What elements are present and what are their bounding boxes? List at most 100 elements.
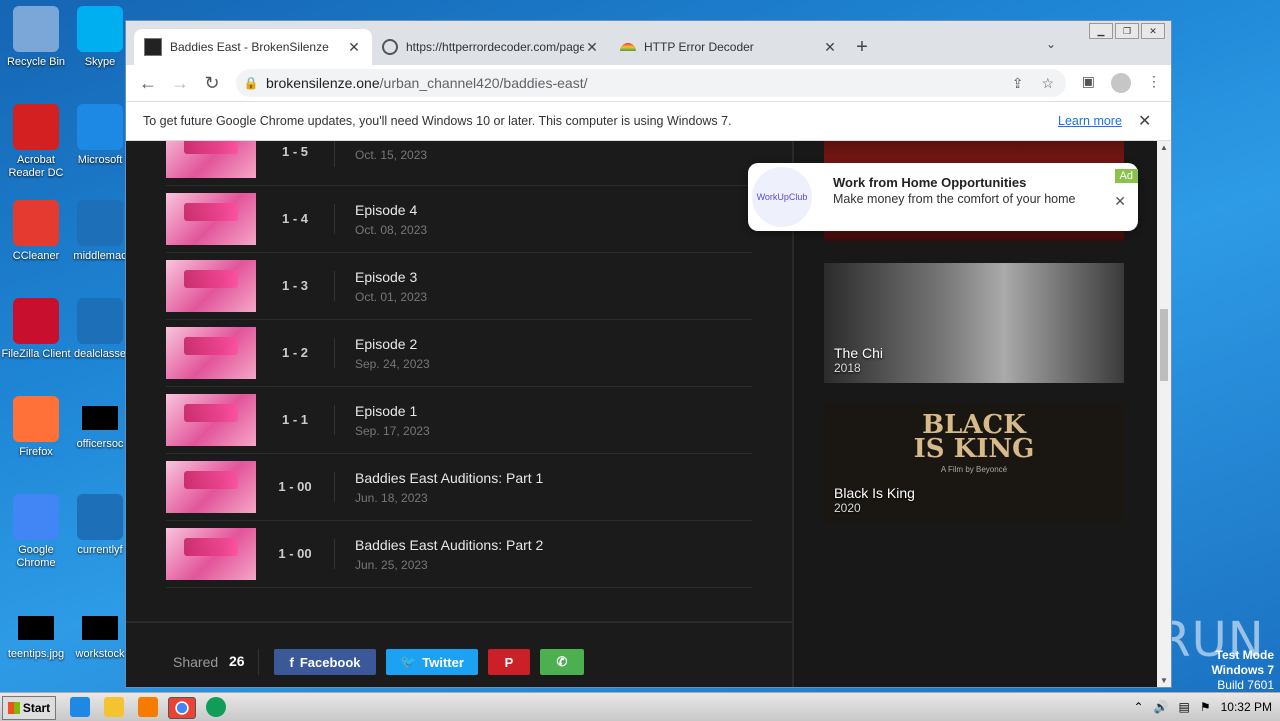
episode-thumbnail[interactable] [166,461,256,513]
test-mode-notice: Test Mode Windows 7 Build 7601 [1211,648,1274,693]
episode-thumbnail[interactable] [166,528,256,580]
pinterest-icon: P [505,655,514,670]
episode-title[interactable]: Episode 1 [355,403,430,419]
app-icon [13,6,59,52]
tab-search-chevron-icon[interactable]: ⌄ [1046,37,1056,51]
forward-arrow-icon[interactable]: → [164,73,196,94]
episode-thumbnail[interactable] [166,327,256,379]
learn-more-link[interactable]: Learn more [1058,114,1122,128]
poster-title: The Chi [834,345,883,361]
shared-count: 26 [229,653,245,669]
episode-date: Oct. 01, 2023 [355,290,427,304]
ad-popup[interactable]: WorkUpClub Work from Home Opportunities … [748,163,1138,231]
poster-art-title: BLACK IS KING [904,413,1044,461]
episode-list: 1 - 5Oct. 15, 20231 - 4Episode 4Oct. 08,… [166,141,752,588]
episode-number: 1 - 00 [256,539,335,569]
episode-row[interactable]: 1 - 00Baddies East Auditions: Part 1Jun.… [166,454,752,521]
action-center-flag-icon[interactable]: ⚑ [1200,700,1211,714]
testmode-line1: Test Mode [1216,648,1274,662]
episode-info: Episode 2Sep. 24, 2023 [335,336,430,371]
app-icon [82,406,118,430]
share-icon[interactable]: ⇪ [1012,75,1024,92]
episode-title[interactable]: Episode 3 [355,269,427,285]
episode-row[interactable]: 1 - 4Episode 4Oct. 08, 2023 [166,186,752,253]
taskbar: Start ⌃ 🔊 ▤ ⚑ 10:32 PM [0,692,1280,721]
reload-icon[interactable]: ↻ [196,73,228,94]
maximize-button[interactable]: ❐ [1115,23,1139,39]
episode-title[interactable]: Baddies East Auditions: Part 1 [355,470,543,486]
episode-row[interactable]: 1 - 1Episode 1Sep. 17, 2023 [166,387,752,454]
minimize-button[interactable]: ▁ [1089,23,1113,39]
poster-black-is-king[interactable]: BLACK IS KING A Film by Beyoncé Black Is… [824,403,1124,523]
episode-row[interactable]: 1 - 2Episode 2Sep. 24, 2023 [166,320,752,387]
episode-title[interactable]: Baddies East Auditions: Part 2 [355,537,543,553]
tab-baddies-east[interactable]: Baddies East - BrokenSilenze ✕ [134,29,372,65]
poster-the-chi[interactable]: The Chi 2018 [824,263,1124,383]
share-bar: Shared 26 f Facebook 🐦 Twitter P ✆ [126,621,792,687]
side-panel-icon[interactable]: ▣ [1082,73,1095,93]
episode-thumbnail[interactable] [166,260,256,312]
volume-icon[interactable]: 🔊 [1154,700,1169,714]
close-tab-icon[interactable]: ✕ [346,39,362,56]
scrollbar-thumb[interactable] [1160,309,1168,381]
episode-title[interactable]: Episode 2 [355,336,430,352]
scroll-down-icon[interactable]: ▼ [1157,676,1171,685]
pinterest-share-button[interactable]: P [488,649,530,675]
tab-title: Baddies East - BrokenSilenze [170,40,346,54]
new-tab-button[interactable]: + [848,29,876,65]
system-tray: ⌃ 🔊 ▤ ⚑ 10:32 PM [1134,693,1280,721]
episode-thumbnail[interactable] [166,394,256,446]
infobar-close-icon[interactable]: ✕ [1138,111,1151,131]
tray-expand-icon[interactable]: ⌃ [1134,700,1144,714]
episode-thumbnail[interactable] [166,141,256,178]
whatsapp-icon: ✆ [557,654,568,670]
explorer-folder-icon[interactable] [104,697,124,717]
workupclub-logo: WorkUpClub [752,167,812,227]
ad-logo-text: WorkUpClub [757,192,808,202]
poster-year: 2018 [834,361,861,375]
episode-date: Sep. 17, 2023 [355,424,430,438]
app-icon [77,6,123,52]
close-tab-icon[interactable]: ✕ [584,39,600,56]
profile-avatar-icon[interactable] [1111,73,1131,93]
clock[interactable]: 10:32 PM [1221,700,1272,714]
episode-info: Baddies East Auditions: Part 1Jun. 18, 2… [335,470,543,505]
media-player-icon[interactable] [138,697,158,717]
address-bar[interactable]: 🔒 brokensilenze.one/urban_channel420/bad… [236,69,1066,97]
episode-title[interactable]: Episode 4 [355,202,427,218]
shared-label: Shared [173,654,218,670]
facebook-share-button[interactable]: f Facebook [274,649,376,675]
app-icon [77,104,123,150]
poster-year: 2020 [834,501,861,515]
ad-close-icon[interactable]: ✕ [1114,193,1126,210]
start-button[interactable]: Start [2,696,56,720]
edge-icon[interactable] [206,697,226,717]
close-tab-icon[interactable]: ✕ [822,39,838,56]
network-icon[interactable]: ▤ [1179,700,1190,714]
app-icon [77,298,123,344]
close-window-button[interactable]: ✕ [1141,23,1165,39]
lock-icon[interactable]: 🔒 [236,76,266,90]
testmode-line2: Windows 7 [1211,663,1274,677]
chrome-taskbar-icon[interactable] [168,697,196,719]
back-arrow-icon[interactable]: ← [132,73,164,94]
episode-row[interactable]: 1 - 00Baddies East Auditions: Part 2Jun.… [166,521,752,588]
episode-row[interactable]: 1 - 5Oct. 15, 2023 [166,141,752,186]
facebook-label: Facebook [300,655,361,670]
menu-kebab-icon[interactable]: ⋮ [1147,73,1161,93]
app-icon [13,200,59,246]
app-icon [13,494,59,540]
bookmark-star-icon[interactable]: ☆ [1041,75,1054,92]
infobar-message: To get future Google Chrome updates, you… [143,114,732,128]
episode-row[interactable]: 1 - 3Episode 3Oct. 01, 2023 [166,253,752,320]
page-scrollbar[interactable]: ▲ ▼ [1157,141,1171,687]
ie-icon[interactable] [70,697,90,717]
scroll-up-icon[interactable]: ▲ [1157,143,1171,152]
tab-httperrordecoder-page[interactable]: https://httperrordecoder.com/page/ ✕ [372,29,610,65]
twitter-share-button[interactable]: 🐦 Twitter [386,649,478,675]
whatsapp-share-button[interactable]: ✆ [540,649,584,675]
episode-thumbnail[interactable] [166,193,256,245]
tab-http-error-decoder[interactable]: HTTP Error Decoder ✕ [610,29,848,65]
facebook-icon: f [289,655,293,670]
ad-description: Make money from the comfort of your home [833,191,1083,207]
